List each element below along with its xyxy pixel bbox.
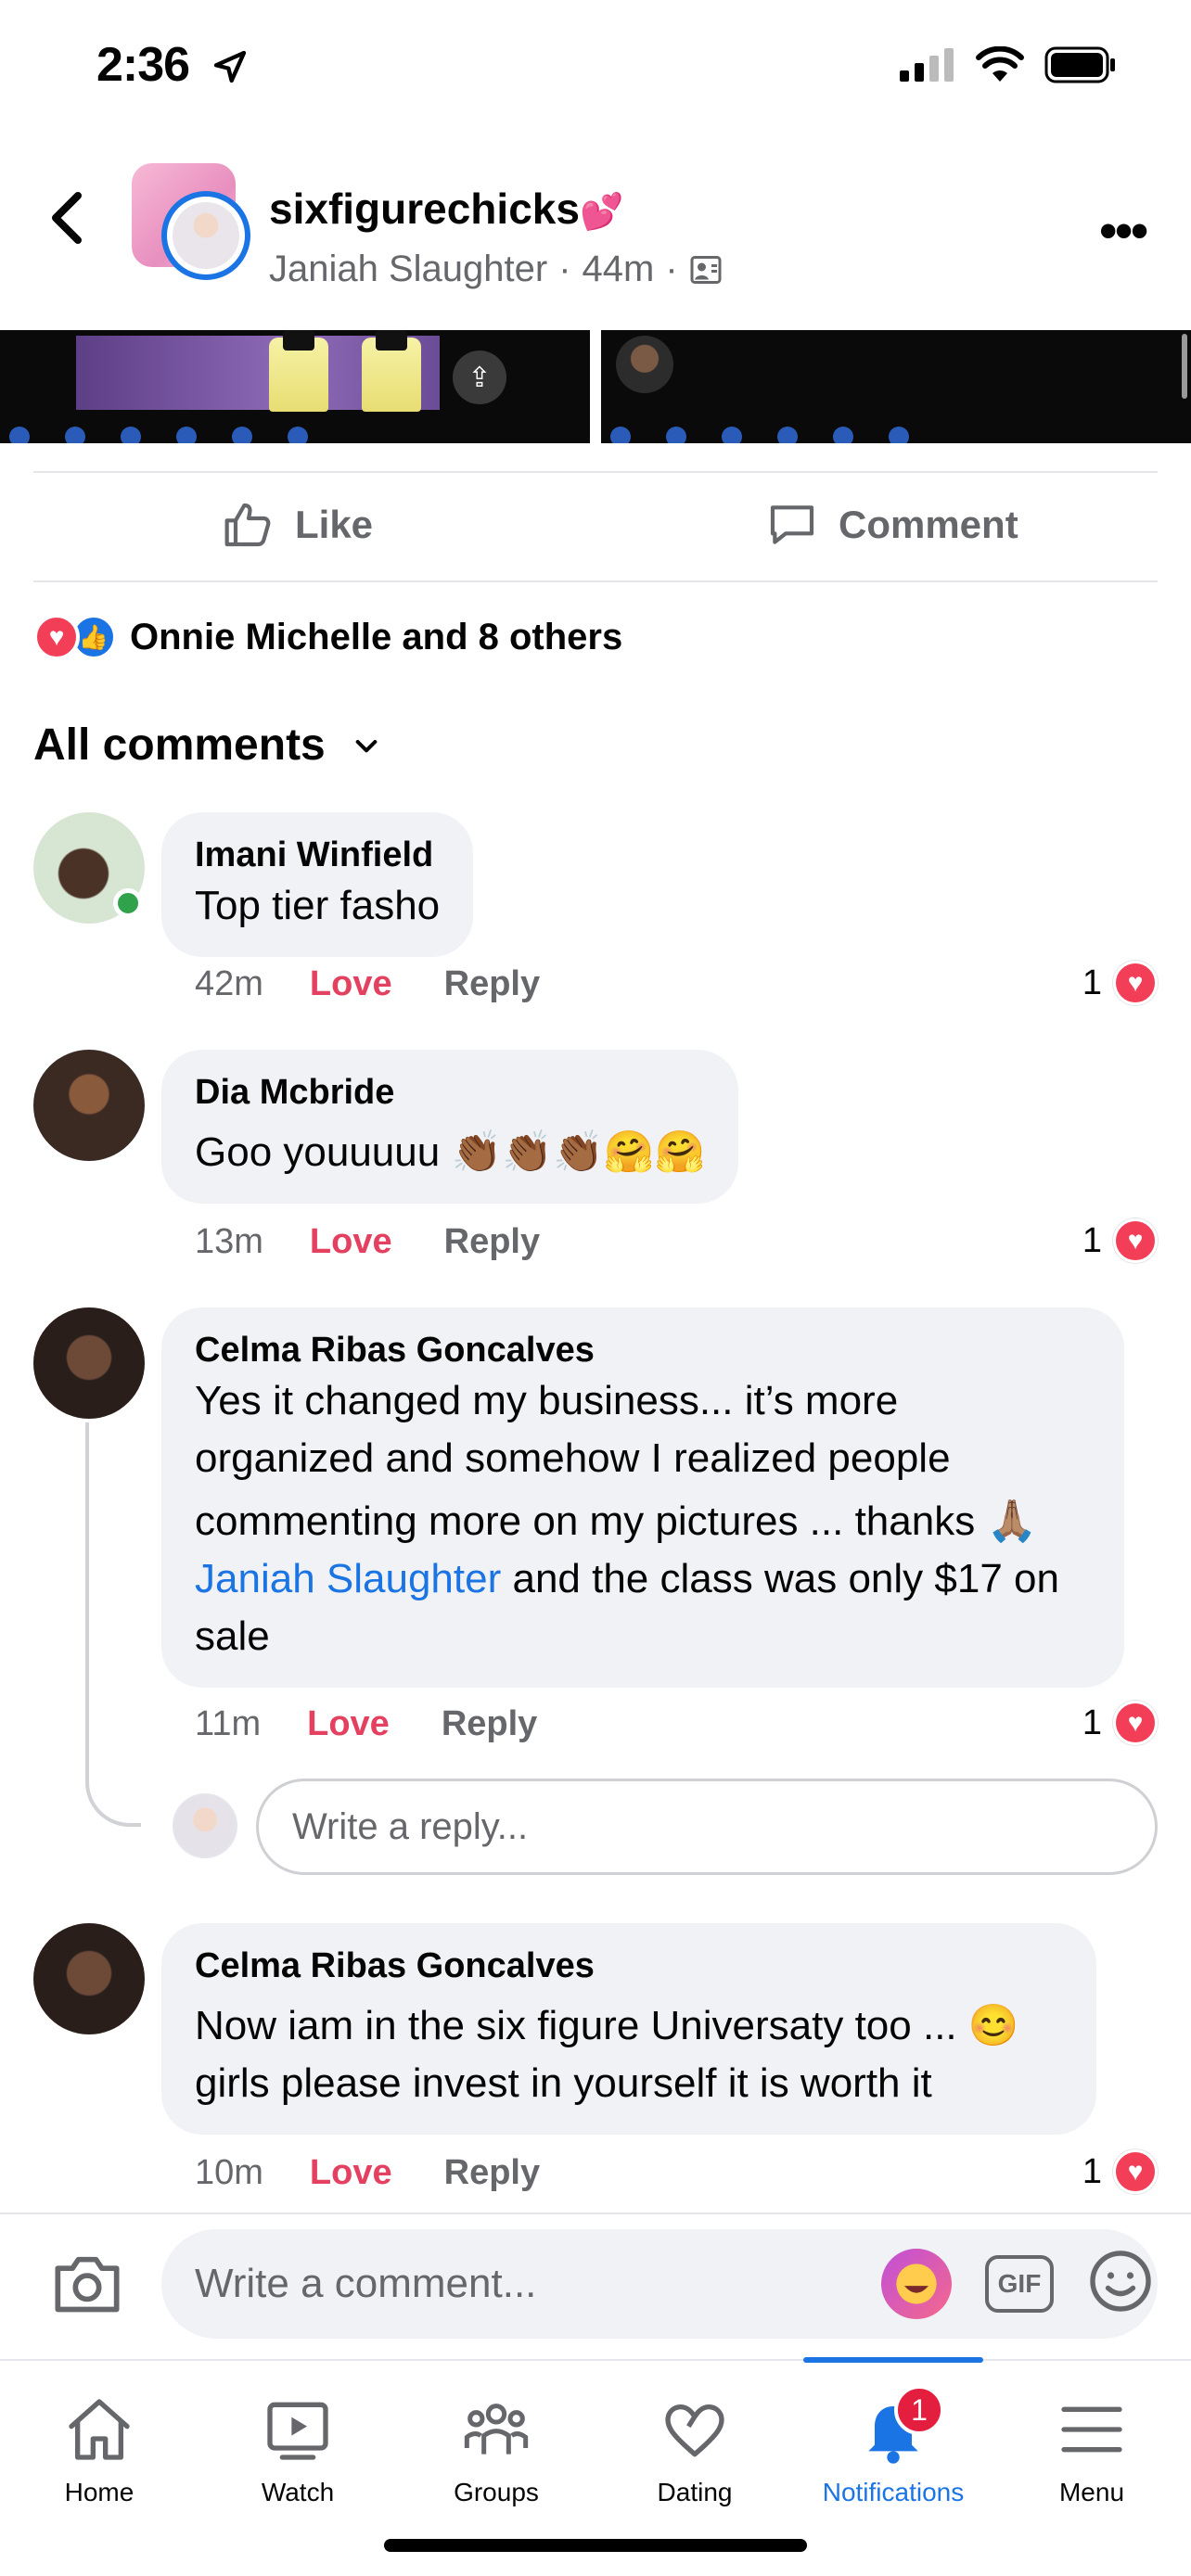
home-indicator [384, 2539, 807, 2552]
divider [33, 471, 1158, 473]
comment-text-line: girls please invest in yourself it is wo… [195, 2060, 932, 2106]
commenter-name[interactable]: Imani Winfield [195, 833, 440, 877]
love-reaction-icon: ♥ [33, 614, 80, 660]
reply-input[interactable]: Write a reply... [256, 1779, 1158, 1875]
comment-button[interactable]: Comment [766, 499, 1018, 551]
poster-name[interactable]: Janiah Slaughter [269, 249, 547, 290]
heart-icon: ♥ [1113, 1701, 1158, 1745]
comment-bubble[interactable]: Celma Ribas Goncalves Yes it changed my … [161, 1307, 1124, 1688]
active-tab-indicator [803, 2357, 983, 2363]
home-icon [62, 2392, 136, 2467]
comment-text-line: Now iam in the six figure Universaty too… [195, 2003, 1019, 2048]
commenter-avatar[interactable] [33, 812, 145, 924]
heart-icon: ♥ [1113, 2149, 1158, 2194]
back-button[interactable] [46, 190, 87, 250]
comment-text-line: Yes it changed my business... it’s more [195, 1378, 899, 1423]
heart-icon: ♥ [1113, 1218, 1158, 1263]
comment-time[interactable]: 10m [195, 2153, 263, 2193]
commenter-avatar[interactable] [33, 1307, 145, 1419]
avatar-sticker-icon[interactable] [881, 2248, 952, 2319]
commenter-name[interactable]: Dia Mcbride [195, 1070, 705, 1115]
battery-icon [1044, 46, 1115, 83]
wifi-icon [976, 46, 1024, 82]
comment-bubble[interactable]: Celma Ribas Goncalves Now iam in the six… [161, 1923, 1096, 2135]
love-button[interactable]: Love [310, 964, 392, 1004]
love-button[interactable]: Love [307, 1704, 390, 1744]
comment-reaction-count[interactable]: 1 ♥ [1082, 2149, 1158, 2194]
commenter-avatar[interactable] [33, 1923, 145, 2034]
divider [33, 580, 1158, 582]
emoji-icon[interactable] [1087, 2248, 1154, 2319]
comment-time[interactable]: 42m [195, 964, 263, 1004]
my-avatar [173, 1793, 237, 1858]
comment-reaction-count[interactable]: 1 ♥ [1082, 1218, 1158, 1263]
signal-icon [900, 48, 954, 82]
dating-icon [658, 2392, 732, 2467]
post-time[interactable]: 44m [583, 249, 655, 290]
reply-button[interactable]: Reply [444, 1222, 540, 1262]
tab-menu[interactable]: Menu [992, 2392, 1191, 2507]
comments-filter[interactable]: All comments [33, 720, 381, 771]
tab-watch[interactable]: Watch [198, 2392, 397, 2507]
comment-bubble[interactable]: Dia Mcbride Goo youuuuu 👏🏾👏🏾👏🏾🤗🤗 [161, 1050, 739, 1204]
comment-time[interactable]: 11m [195, 1704, 261, 1744]
scroll-indicator [1182, 334, 1187, 399]
comment-text-line: commenting more on my pictures ... thank… [195, 1498, 1038, 1544]
more-options-icon[interactable]: ••• [1099, 202, 1148, 260]
comment-meta: 13m Love Reply [195, 1222, 540, 1262]
tab-dating[interactable]: Dating [596, 2392, 794, 2507]
comment-meta: 10m Love Reply [195, 2153, 540, 2193]
reply-button[interactable]: Reply [444, 2153, 540, 2193]
tab-notifications[interactable]: 1 Notifications [794, 2385, 992, 2507]
tab-home[interactable]: Home [0, 2392, 198, 2507]
post-meta: Janiah Slaughter · 44m · [269, 249, 723, 290]
composer-tools: GIF [881, 2248, 1154, 2319]
status-icons [900, 46, 1117, 83]
status-time: 2:36 [96, 38, 190, 92]
group-privacy-icon [690, 255, 722, 284]
mention-link[interactable]: Janiah Slaughter [195, 1556, 501, 1601]
commenter-avatar[interactable] [33, 1050, 145, 1161]
bell-icon: 1 [794, 2385, 992, 2467]
comment-time[interactable]: 13m [195, 1222, 263, 1262]
gif-button[interactable]: GIF [985, 2254, 1054, 2313]
comment-icon [770, 505, 814, 544]
heart-icon: ♥ [1113, 961, 1158, 1005]
comment-bubble[interactable]: Imani Winfield Top tier fasho [161, 812, 474, 957]
groups-icon [459, 2392, 533, 2467]
reply-button[interactable]: Reply [444, 964, 540, 1004]
commenter-name[interactable]: Celma Ribas Goncalves [195, 1328, 1091, 1372]
heart-emoji: 💕 [579, 193, 624, 232]
poster-avatar[interactable] [161, 191, 250, 280]
thumbs-up-icon [224, 503, 271, 547]
love-button[interactable]: Love [310, 2153, 392, 2193]
online-status-dot [113, 888, 143, 918]
watch-icon [261, 2392, 335, 2467]
group-name[interactable]: sixfigurechicks💕 [269, 184, 623, 234]
comment-reaction-count[interactable]: 1 ♥ [1082, 961, 1158, 1005]
tab-groups[interactable]: Groups [397, 2392, 596, 2507]
thread-connector [85, 1422, 141, 1827]
love-button[interactable]: Love [310, 1222, 392, 1262]
commenter-name[interactable]: Celma Ribas Goncalves [195, 1944, 1063, 1988]
location-arrow-icon [211, 48, 249, 90]
comment-text-line: Janiah Slaughter and the class was only … [195, 1556, 1059, 1601]
chevron-down-icon [355, 739, 378, 752]
comment-text-line: organized and somehow I realized people [195, 1435, 951, 1481]
menu-icon [1055, 2392, 1129, 2467]
post-media-video[interactable]: ⇪ [0, 330, 590, 443]
notification-badge: 1 [894, 2385, 944, 2435]
post-media-image[interactable] [601, 330, 1191, 443]
camera-icon[interactable] [52, 2250, 122, 2321]
comment-reaction-count[interactable]: 1 ♥ [1082, 1701, 1158, 1745]
comment-meta: 42m Love Reply [195, 964, 540, 1004]
share-icon[interactable]: ⇪ [453, 351, 506, 404]
comment-text: Goo youuuuu 👏🏾👏🏾👏🏾🤗🤗 [195, 1129, 706, 1175]
comment-text-line: sale [195, 1613, 270, 1659]
reactions-summary[interactable]: ♥ 👍 Onnie Michelle and 8 others [33, 614, 622, 660]
reply-button[interactable]: Reply [442, 1704, 537, 1744]
comment-text: Top tier fasho [195, 883, 441, 928]
like-button[interactable]: Like [223, 499, 373, 551]
comment-meta: 11m Love Reply [195, 1704, 537, 1744]
